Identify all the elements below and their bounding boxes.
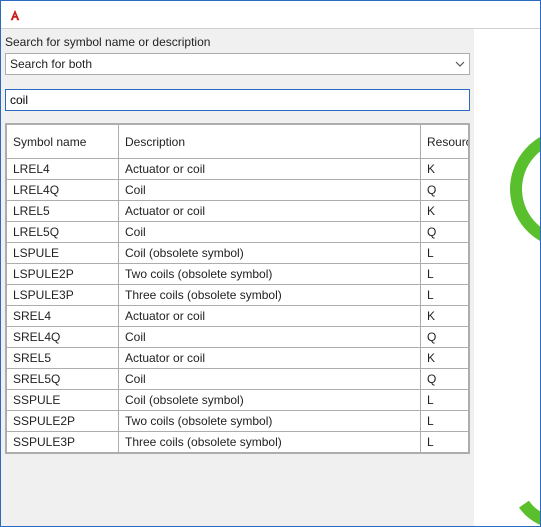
search-pane: Search for symbol name or description Se… [1, 29, 474, 526]
results-table-wrap: Symbol name Description Resource categor… [5, 123, 470, 454]
preview-pane [474, 29, 540, 526]
table-row[interactable]: SREL4Actuator or coilK [7, 306, 469, 327]
table-row[interactable]: LSPULE2PTwo coils (obsolete symbol)L [7, 264, 469, 285]
cell-symbol: LREL5 [7, 201, 119, 222]
cell-description: Actuator or coil [119, 306, 421, 327]
cell-resource: L [421, 243, 469, 264]
cell-description: Three coils (obsolete symbol) [119, 432, 421, 453]
table-row[interactable]: LSPULE3PThree coils (obsolete symbol)L [7, 285, 469, 306]
cell-description: Three coils (obsolete symbol) [119, 285, 421, 306]
table-row[interactable]: SREL4QCoilQ [7, 327, 469, 348]
cell-description: Coil [119, 327, 421, 348]
table-row[interactable]: SSPULE3PThree coils (obsolete symbol)L [7, 432, 469, 453]
col-header-resource[interactable]: Resource category [421, 125, 469, 159]
table-row[interactable]: SREL5QCoilQ [7, 369, 469, 390]
cell-description: Actuator or coil [119, 348, 421, 369]
cell-resource: K [421, 306, 469, 327]
cell-description: Coil (obsolete symbol) [119, 243, 421, 264]
combo-value: Search for both [10, 57, 92, 71]
dialog-window: Search for symbol name or description Se… [0, 0, 541, 527]
preview-graphic-icon [502, 421, 540, 526]
cell-description: Coil [119, 222, 421, 243]
search-scope-combo[interactable]: Search for both [5, 53, 470, 75]
cell-description: Coil [119, 369, 421, 390]
cell-symbol: LREL4Q [7, 180, 119, 201]
cell-resource: K [421, 159, 469, 180]
table-row[interactable]: LREL4Actuator or coilK [7, 159, 469, 180]
cell-description: Coil (obsolete symbol) [119, 390, 421, 411]
cell-resource: Q [421, 369, 469, 390]
table-row[interactable]: LREL4QCoilQ [7, 180, 469, 201]
cell-symbol: SSPULE [7, 390, 119, 411]
table-row[interactable]: SREL5Actuator or coilK [7, 348, 469, 369]
table-row[interactable]: SSPULECoil (obsolete symbol)L [7, 390, 469, 411]
cell-resource: K [421, 201, 469, 222]
table-row[interactable]: SSPULE2PTwo coils (obsolete symbol)L [7, 411, 469, 432]
cell-symbol: LREL5Q [7, 222, 119, 243]
col-header-symbol[interactable]: Symbol name [7, 125, 119, 159]
autocad-icon [7, 7, 23, 23]
cell-description: Two coils (obsolete symbol) [119, 411, 421, 432]
cell-resource: Q [421, 327, 469, 348]
table-header-row: Symbol name Description Resource categor… [7, 125, 469, 159]
cell-resource: L [421, 285, 469, 306]
cell-symbol: LSPULE2P [7, 264, 119, 285]
cell-resource: Q [421, 180, 469, 201]
cell-description: Two coils (obsolete symbol) [119, 264, 421, 285]
cell-symbol: SREL4Q [7, 327, 119, 348]
cell-symbol: SREL5Q [7, 369, 119, 390]
cell-resource: L [421, 411, 469, 432]
titlebar [1, 1, 540, 29]
cell-symbol: SSPULE2P [7, 411, 119, 432]
cell-symbol: LREL4 [7, 159, 119, 180]
search-input[interactable] [5, 89, 470, 111]
chevron-down-icon [451, 54, 469, 74]
table-row[interactable]: LREL5QCoilQ [7, 222, 469, 243]
spacer [5, 75, 470, 89]
cell-symbol: SREL5 [7, 348, 119, 369]
cell-symbol: LSPULE3P [7, 285, 119, 306]
content-area: Search for symbol name or description Se… [1, 29, 540, 526]
cell-resource: K [421, 348, 469, 369]
cell-symbol: SSPULE3P [7, 432, 119, 453]
table-row[interactable]: LSPULECoil (obsolete symbol)L [7, 243, 469, 264]
cell-description: Actuator or coil [119, 201, 421, 222]
preview-graphic-icon [493, 112, 540, 266]
cell-symbol: SREL4 [7, 306, 119, 327]
results-table: Symbol name Description Resource categor… [6, 124, 469, 453]
cell-symbol: LSPULE [7, 243, 119, 264]
cell-resource: Q [421, 222, 469, 243]
table-row[interactable]: LREL5Actuator or coilK [7, 201, 469, 222]
search-label: Search for symbol name or description [5, 33, 470, 53]
cell-description: Coil [119, 180, 421, 201]
cell-description: Actuator or coil [119, 159, 421, 180]
cell-resource: L [421, 264, 469, 285]
col-header-description[interactable]: Description [119, 125, 421, 159]
cell-resource: L [421, 390, 469, 411]
cell-resource: L [421, 432, 469, 453]
